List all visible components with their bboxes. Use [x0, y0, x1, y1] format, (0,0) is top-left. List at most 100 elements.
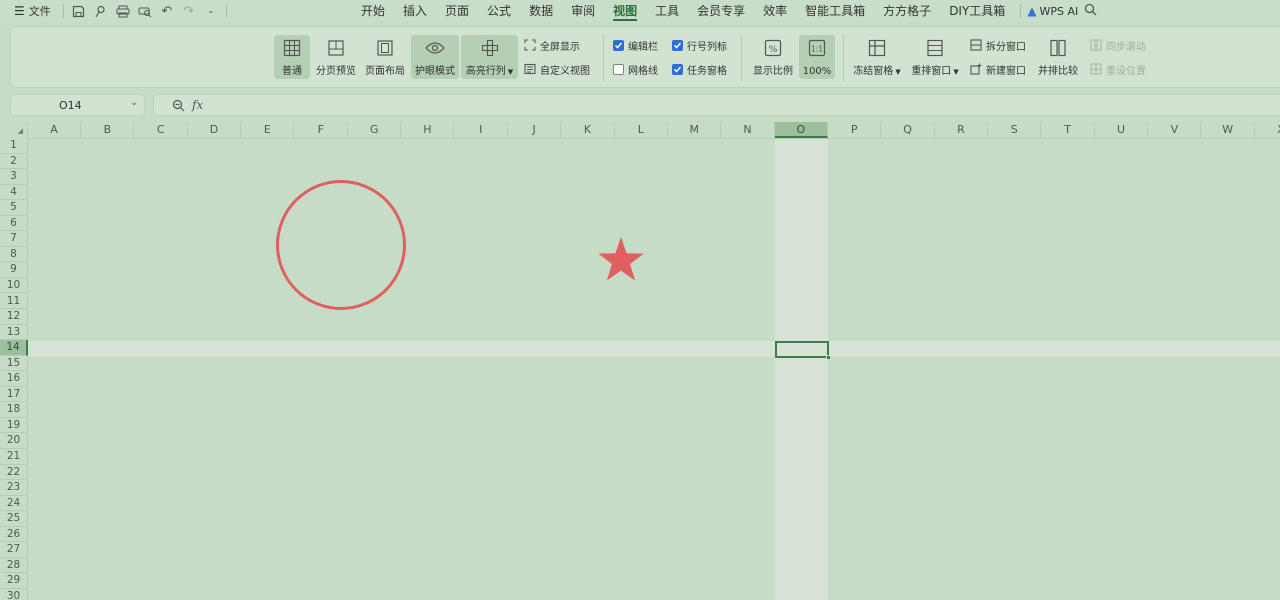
tab-view[interactable]: 视图: [604, 0, 646, 22]
file-menu[interactable]: ☰ 文件: [0, 0, 59, 22]
zoom-ratio-button[interactable]: % 显示比例: [752, 35, 794, 79]
row-header[interactable]: 15: [0, 355, 28, 372]
row-header[interactable]: 27: [0, 542, 28, 558]
column-header[interactable]: E: [241, 122, 295, 138]
row-header[interactable]: 22: [0, 464, 28, 481]
column-header[interactable]: C: [134, 122, 188, 138]
row-header[interactable]: 10: [0, 277, 28, 294]
full-screen-button[interactable]: 全屏显示: [523, 37, 580, 53]
row-header[interactable]: 13: [0, 324, 28, 341]
freeze-panes-button[interactable]: 冻结窗格 ▼: [851, 35, 903, 79]
select-all-corner[interactable]: ◢: [0, 122, 28, 138]
row-header[interactable]: 8: [0, 246, 28, 263]
column-header[interactable]: P: [828, 122, 882, 138]
split-window-button[interactable]: 拆分窗口: [969, 37, 1026, 53]
search-icon[interactable]: [1084, 3, 1097, 19]
column-header[interactable]: D: [188, 122, 242, 138]
column-header[interactable]: R: [934, 122, 988, 138]
row-header[interactable]: 20: [0, 433, 28, 449]
tab-fangfang[interactable]: 方方格子: [874, 0, 940, 22]
redo-icon[interactable]: ↷: [178, 0, 200, 22]
row-header[interactable]: 11: [0, 293, 28, 309]
star-shape[interactable]: [596, 236, 646, 286]
new-window-button[interactable]: 新建窗口: [969, 61, 1026, 77]
tab-efficiency[interactable]: 效率: [754, 0, 796, 22]
page-layout-button[interactable]: 页面布局: [362, 35, 408, 79]
tab-diy-toolbox[interactable]: DIY工具箱: [940, 0, 1014, 22]
column-header[interactable]: X: [1255, 122, 1280, 138]
name-box[interactable]: O14 ⌄: [10, 94, 145, 116]
column-header[interactable]: F: [294, 122, 348, 138]
column-header[interactable]: O: [774, 122, 828, 138]
task-pane-checkbox[interactable]: 任务窗格: [672, 61, 727, 77]
save-icon[interactable]: [68, 0, 90, 22]
row-header[interactable]: 18: [0, 402, 28, 418]
row-header[interactable]: 26: [0, 526, 28, 543]
row-header[interactable]: 25: [0, 511, 28, 527]
column-header[interactable]: L: [614, 122, 668, 138]
page-break-preview-button[interactable]: 分页预览: [313, 35, 359, 79]
reset-position-button[interactable]: 重设位置: [1089, 61, 1146, 77]
normal-view-button[interactable]: 普通: [274, 35, 310, 79]
active-cell[interactable]: [775, 341, 831, 360]
formula-input[interactable]: [213, 95, 1280, 115]
tab-smart-toolbox[interactable]: 智能工具箱: [796, 0, 874, 22]
column-header[interactable]: K: [561, 122, 615, 138]
column-header[interactable]: M: [668, 122, 722, 138]
zoom-100-button[interactable]: 1:1 100%: [799, 35, 835, 79]
row-header[interactable]: 19: [0, 417, 28, 434]
edit-bar-checkbox[interactable]: 编辑栏: [613, 37, 658, 53]
row-header[interactable]: 9: [0, 262, 28, 278]
format-painter-icon[interactable]: [90, 0, 112, 22]
fx-icon[interactable]: fx: [192, 98, 203, 112]
cell-area[interactable]: [28, 138, 1280, 600]
column-header[interactable]: J: [508, 122, 562, 138]
wps-ai-button[interactable]: ▲ WPS AI: [1027, 0, 1078, 22]
print-preview-icon[interactable]: [134, 0, 156, 22]
tab-data[interactable]: 数据: [520, 0, 562, 22]
rearrange-windows-button[interactable]: 重排窗口 ▼: [909, 35, 961, 79]
column-header[interactable]: V: [1148, 122, 1202, 138]
row-header[interactable]: 1: [0, 138, 28, 154]
column-header[interactable]: T: [1041, 122, 1095, 138]
column-header[interactable]: Q: [881, 122, 935, 138]
column-header[interactable]: N: [721, 122, 775, 138]
tab-review[interactable]: 审阅: [562, 0, 604, 22]
sync-scroll-button[interactable]: 同步滚动: [1089, 37, 1146, 53]
column-header[interactable]: A: [28, 122, 81, 138]
column-header[interactable]: H: [401, 122, 455, 138]
row-header[interactable]: 7: [0, 231, 28, 247]
row-header[interactable]: 5: [0, 200, 28, 216]
gridlines-checkbox[interactable]: 网格线: [613, 61, 658, 77]
undo-icon[interactable]: ↶: [156, 0, 178, 22]
column-header[interactable]: G: [348, 122, 402, 138]
column-header[interactable]: B: [81, 122, 135, 138]
row-header[interactable]: 29: [0, 573, 28, 589]
chevron-down-icon[interactable]: ⌄: [130, 98, 138, 108]
column-header[interactable]: W: [1201, 122, 1255, 138]
tab-formulas[interactable]: 公式: [478, 0, 520, 22]
row-header[interactable]: 24: [0, 495, 28, 512]
row-header[interactable]: 4: [0, 184, 28, 201]
row-header[interactable]: 2: [0, 153, 28, 170]
row-header[interactable]: 14: [0, 340, 28, 356]
row-header[interactable]: 6: [0, 215, 28, 232]
tab-member[interactable]: 会员专享: [688, 0, 754, 22]
zoom-icon[interactable]: [168, 99, 188, 112]
row-header[interactable]: 30: [0, 588, 28, 600]
row-header[interactable]: 16: [0, 371, 28, 387]
row-header[interactable]: 28: [0, 557, 28, 574]
tab-insert[interactable]: 插入: [394, 0, 436, 22]
tab-tools[interactable]: 工具: [646, 0, 688, 22]
column-header[interactable]: U: [1095, 122, 1148, 138]
tab-page[interactable]: 页面: [436, 0, 478, 22]
row-header[interactable]: 23: [0, 480, 28, 496]
column-header[interactable]: S: [988, 122, 1042, 138]
tab-home[interactable]: 开始: [352, 0, 394, 22]
column-header[interactable]: I: [454, 122, 508, 138]
row-header[interactable]: 12: [0, 309, 28, 325]
highlight-rowcol-button[interactable]: 高亮行列 ▼: [461, 35, 518, 79]
eye-protection-button[interactable]: 护眼模式: [411, 35, 459, 79]
circle-shape[interactable]: [276, 180, 406, 310]
row-header[interactable]: 21: [0, 449, 28, 465]
